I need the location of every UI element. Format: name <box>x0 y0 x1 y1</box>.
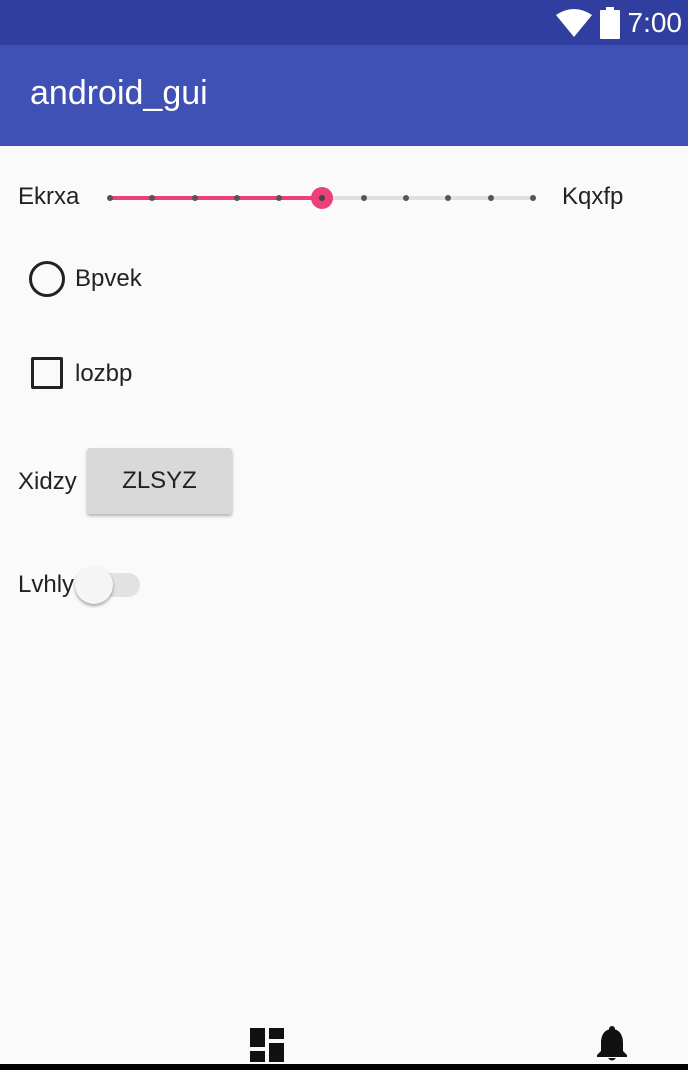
seek-bar-tick <box>360 195 367 201</box>
radio-label[interactable]: Bpvek <box>75 265 142 293</box>
switch-label: Lvhly <box>18 571 75 598</box>
button-row: Xidzy ZLSYZ <box>0 448 688 516</box>
switch-toggle[interactable] <box>75 566 113 604</box>
seek-bar-progress <box>110 196 322 200</box>
checkbox-label[interactable]: lozbp <box>75 360 132 388</box>
seek-bar-tick <box>233 195 240 201</box>
button-row-label: Xidzy <box>18 468 77 495</box>
dashboard-icon[interactable] <box>250 1028 284 1067</box>
seek-bar[interactable] <box>107 187 536 209</box>
battery-icon <box>599 7 620 39</box>
checkbox[interactable] <box>31 357 63 389</box>
bottom-edge <box>0 1064 688 1070</box>
slider-max-label: Kqxfp <box>562 183 624 210</box>
seek-bar-tick <box>149 195 156 201</box>
seek-bar-tick <box>107 195 113 201</box>
seek-bar-tick <box>191 195 198 201</box>
checkbox-row[interactable]: lozbp <box>0 352 688 396</box>
slider-row: Ekrxa Kqxfp <box>0 175 688 221</box>
seek-bar-tick <box>530 195 536 201</box>
wifi-icon <box>555 9 592 37</box>
app-title: android_gui <box>30 74 208 112</box>
notifications-icon[interactable] <box>596 1026 628 1067</box>
radio-button[interactable] <box>29 261 65 297</box>
bottom-nav <box>0 1020 688 1064</box>
radio-row[interactable]: Bpvek <box>0 257 688 301</box>
slider-min-label: Ekrxa <box>18 183 80 210</box>
switch-row: Lvhly <box>0 563 688 607</box>
seek-bar-tick <box>487 195 494 201</box>
seek-bar-tick <box>403 195 410 201</box>
status-bar: 7:00 <box>0 0 688 45</box>
seek-bar-tick <box>445 195 452 201</box>
app-bar: android_gui <box>0 45 688 146</box>
zlsyz-button[interactable]: ZLSYZ <box>87 448 232 514</box>
status-time: 7:00 <box>627 7 683 38</box>
seek-bar-tick <box>276 195 283 201</box>
seek-bar-thumb[interactable] <box>310 187 333 209</box>
status-icons: 7:00 <box>555 6 683 40</box>
